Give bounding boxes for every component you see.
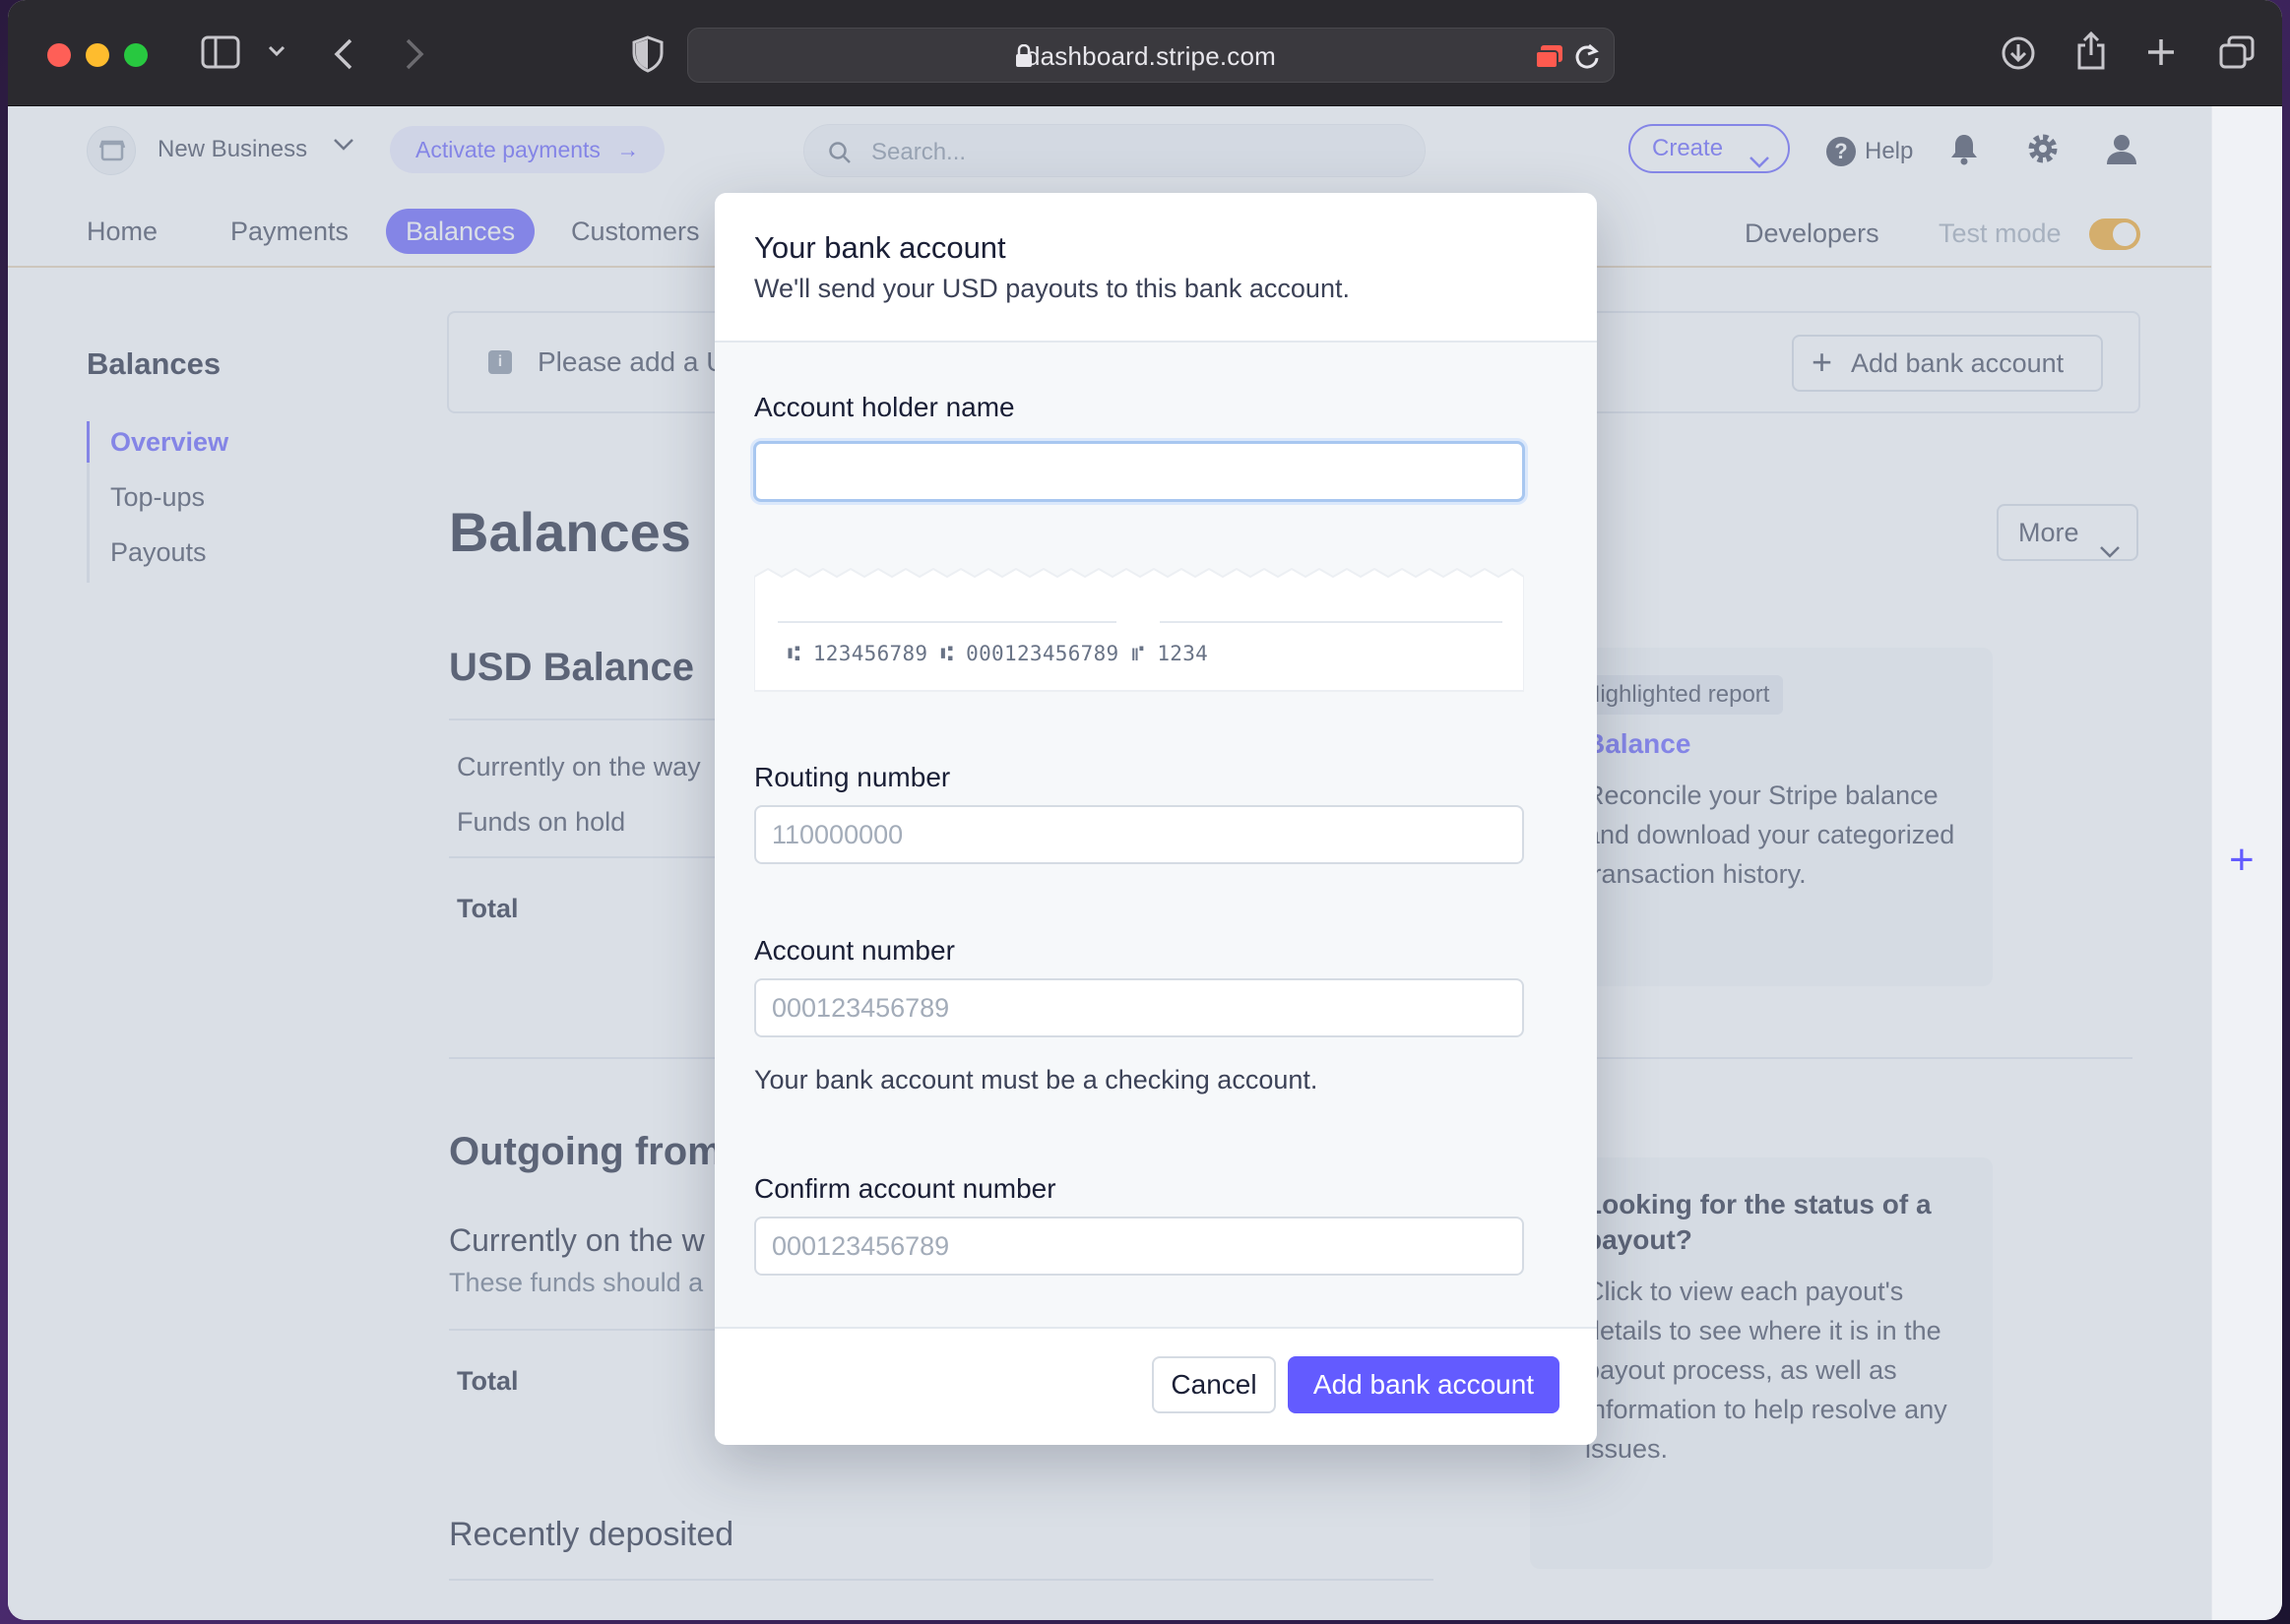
dialog-header: Your bank account We'll send your USD pa… <box>715 193 1597 343</box>
check-routing-number: 123456789 <box>812 642 928 665</box>
minimize-window-button[interactable] <box>86 43 109 67</box>
account-number-placeholder: 000123456789 <box>772 993 950 1023</box>
routing-symbol-icon: ⑆ <box>940 642 954 665</box>
check-micr-line: ⑆ 123456789 ⑆ 000123456789 ⑈ 1234 <box>788 642 1208 665</box>
forward-icon[interactable] <box>404 37 425 71</box>
add-bank-account-dialog: Your bank account We'll send your USD pa… <box>715 193 1597 1445</box>
back-icon[interactable] <box>333 37 354 71</box>
cancel-button[interactable]: Cancel <box>1152 1356 1276 1413</box>
dialog-title: Your bank account <box>754 230 1006 265</box>
plus-icon[interactable]: + <box>2229 839 2255 882</box>
check-account-number: 000123456789 <box>966 642 1119 665</box>
account-number-field[interactable]: 000123456789 <box>754 978 1524 1037</box>
share-icon[interactable] <box>2075 31 2107 71</box>
account-holder-name-field[interactable] <box>753 441 1525 502</box>
sample-check-image: ⑆ 123456789 ⑆ 000123456789 ⑈ 1234 <box>754 565 1524 693</box>
dialog-subtitle: We'll send your USD payouts to this bank… <box>754 274 1350 303</box>
url-text: dashboard.stripe.com <box>1025 41 1277 71</box>
routing-number-label: Routing number <box>754 762 951 792</box>
routing-number-field[interactable]: 110000000 <box>754 805 1524 864</box>
account-number-label: Account number <box>754 935 955 966</box>
confirm-account-number-field[interactable]: 000123456789 <box>754 1217 1524 1276</box>
routing-symbol-icon: ⑆ <box>788 642 800 665</box>
account-number-help: Your bank account must be a checking acc… <box>754 1065 1318 1094</box>
confirm-account-number-label: Confirm account number <box>754 1173 1056 1204</box>
check-number: 1234 <box>1157 642 1209 665</box>
browser-window: dashboard.stripe.com New Business Activa… <box>8 0 2282 1620</box>
new-tab-icon[interactable] <box>2146 37 2176 67</box>
dialog-footer: Cancel Add bank account <box>715 1327 1597 1445</box>
tab-overview-icon[interactable] <box>2219 35 2255 69</box>
close-window-button[interactable] <box>47 43 71 67</box>
screen-share-icon[interactable] <box>1535 44 1564 70</box>
add-bank-account-submit-button[interactable]: Add bank account <box>1288 1356 1559 1413</box>
zoom-window-button[interactable] <box>124 43 148 67</box>
reload-icon[interactable] <box>1574 42 1600 70</box>
sidebar-toggle-icon[interactable] <box>201 35 240 69</box>
chevron-down-icon[interactable] <box>268 45 286 57</box>
downloads-icon[interactable] <box>2001 35 2036 71</box>
account-holder-label: Account holder name <box>754 392 1015 422</box>
confirm-account-number-placeholder: 000123456789 <box>772 1231 950 1261</box>
privacy-shield-icon[interactable] <box>632 35 664 73</box>
routing-number-placeholder: 110000000 <box>772 820 904 849</box>
browser-toolbar: dashboard.stripe.com <box>8 0 2282 106</box>
address-bar[interactable]: dashboard.stripe.com <box>687 28 1615 83</box>
on-us-symbol-icon: ⑈ <box>1131 642 1145 665</box>
